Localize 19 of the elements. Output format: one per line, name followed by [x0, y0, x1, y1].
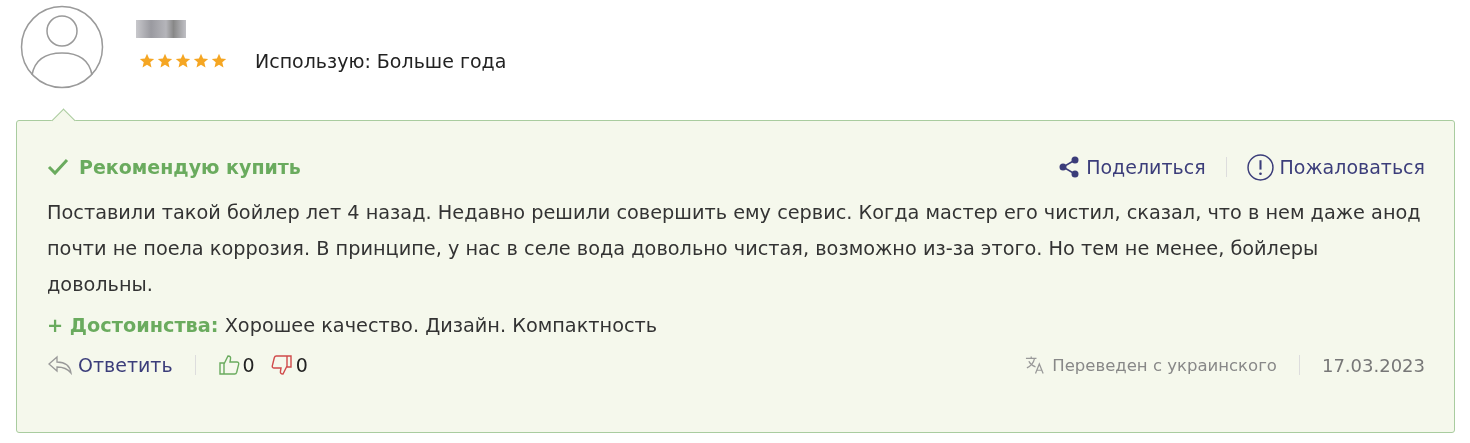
- dislike-button[interactable]: 0: [270, 354, 308, 376]
- usage-text: Использую: Больше года: [255, 50, 507, 72]
- pros-text: Хорошее качество. Дизайн. Компактность: [224, 314, 658, 337]
- thumbs-up-icon: [217, 354, 240, 376]
- review-date: 17.03.2023: [1321, 354, 1425, 376]
- translation-note: Переведен с украинского: [1052, 355, 1277, 375]
- review-text: Поставили такой бойлер лет 4 назад. Недавно решили совершить ему сервис. Когда мастер его чистил, сказал, что в нем даже анод почти не поела коррозия. В принципе, у нас в селе вода довольно чистая, возможно из-за этого. Но тем не менее, бойлеры довольны.: [47, 200, 1422, 298]
- verdict-text: Рекомендую купить: [79, 156, 301, 178]
- reply-link[interactable]: Ответить: [47, 354, 173, 376]
- action-link[interactable]: Поделиться: [1058, 156, 1206, 178]
- blurred-name: [136, 20, 186, 38]
- share-icon: [1058, 156, 1081, 178]
- exclamation-icon: [1246, 153, 1274, 181]
- thumbs-down-icon: [270, 354, 293, 376]
- like-button[interactable]: 0: [217, 354, 255, 376]
- action-link[interactable]: Пожаловаться: [1246, 153, 1425, 181]
- reply-icon: [47, 355, 73, 375]
- avatar-icon: [20, 5, 104, 89]
- pros-label: + Достоинства:: [47, 314, 219, 337]
